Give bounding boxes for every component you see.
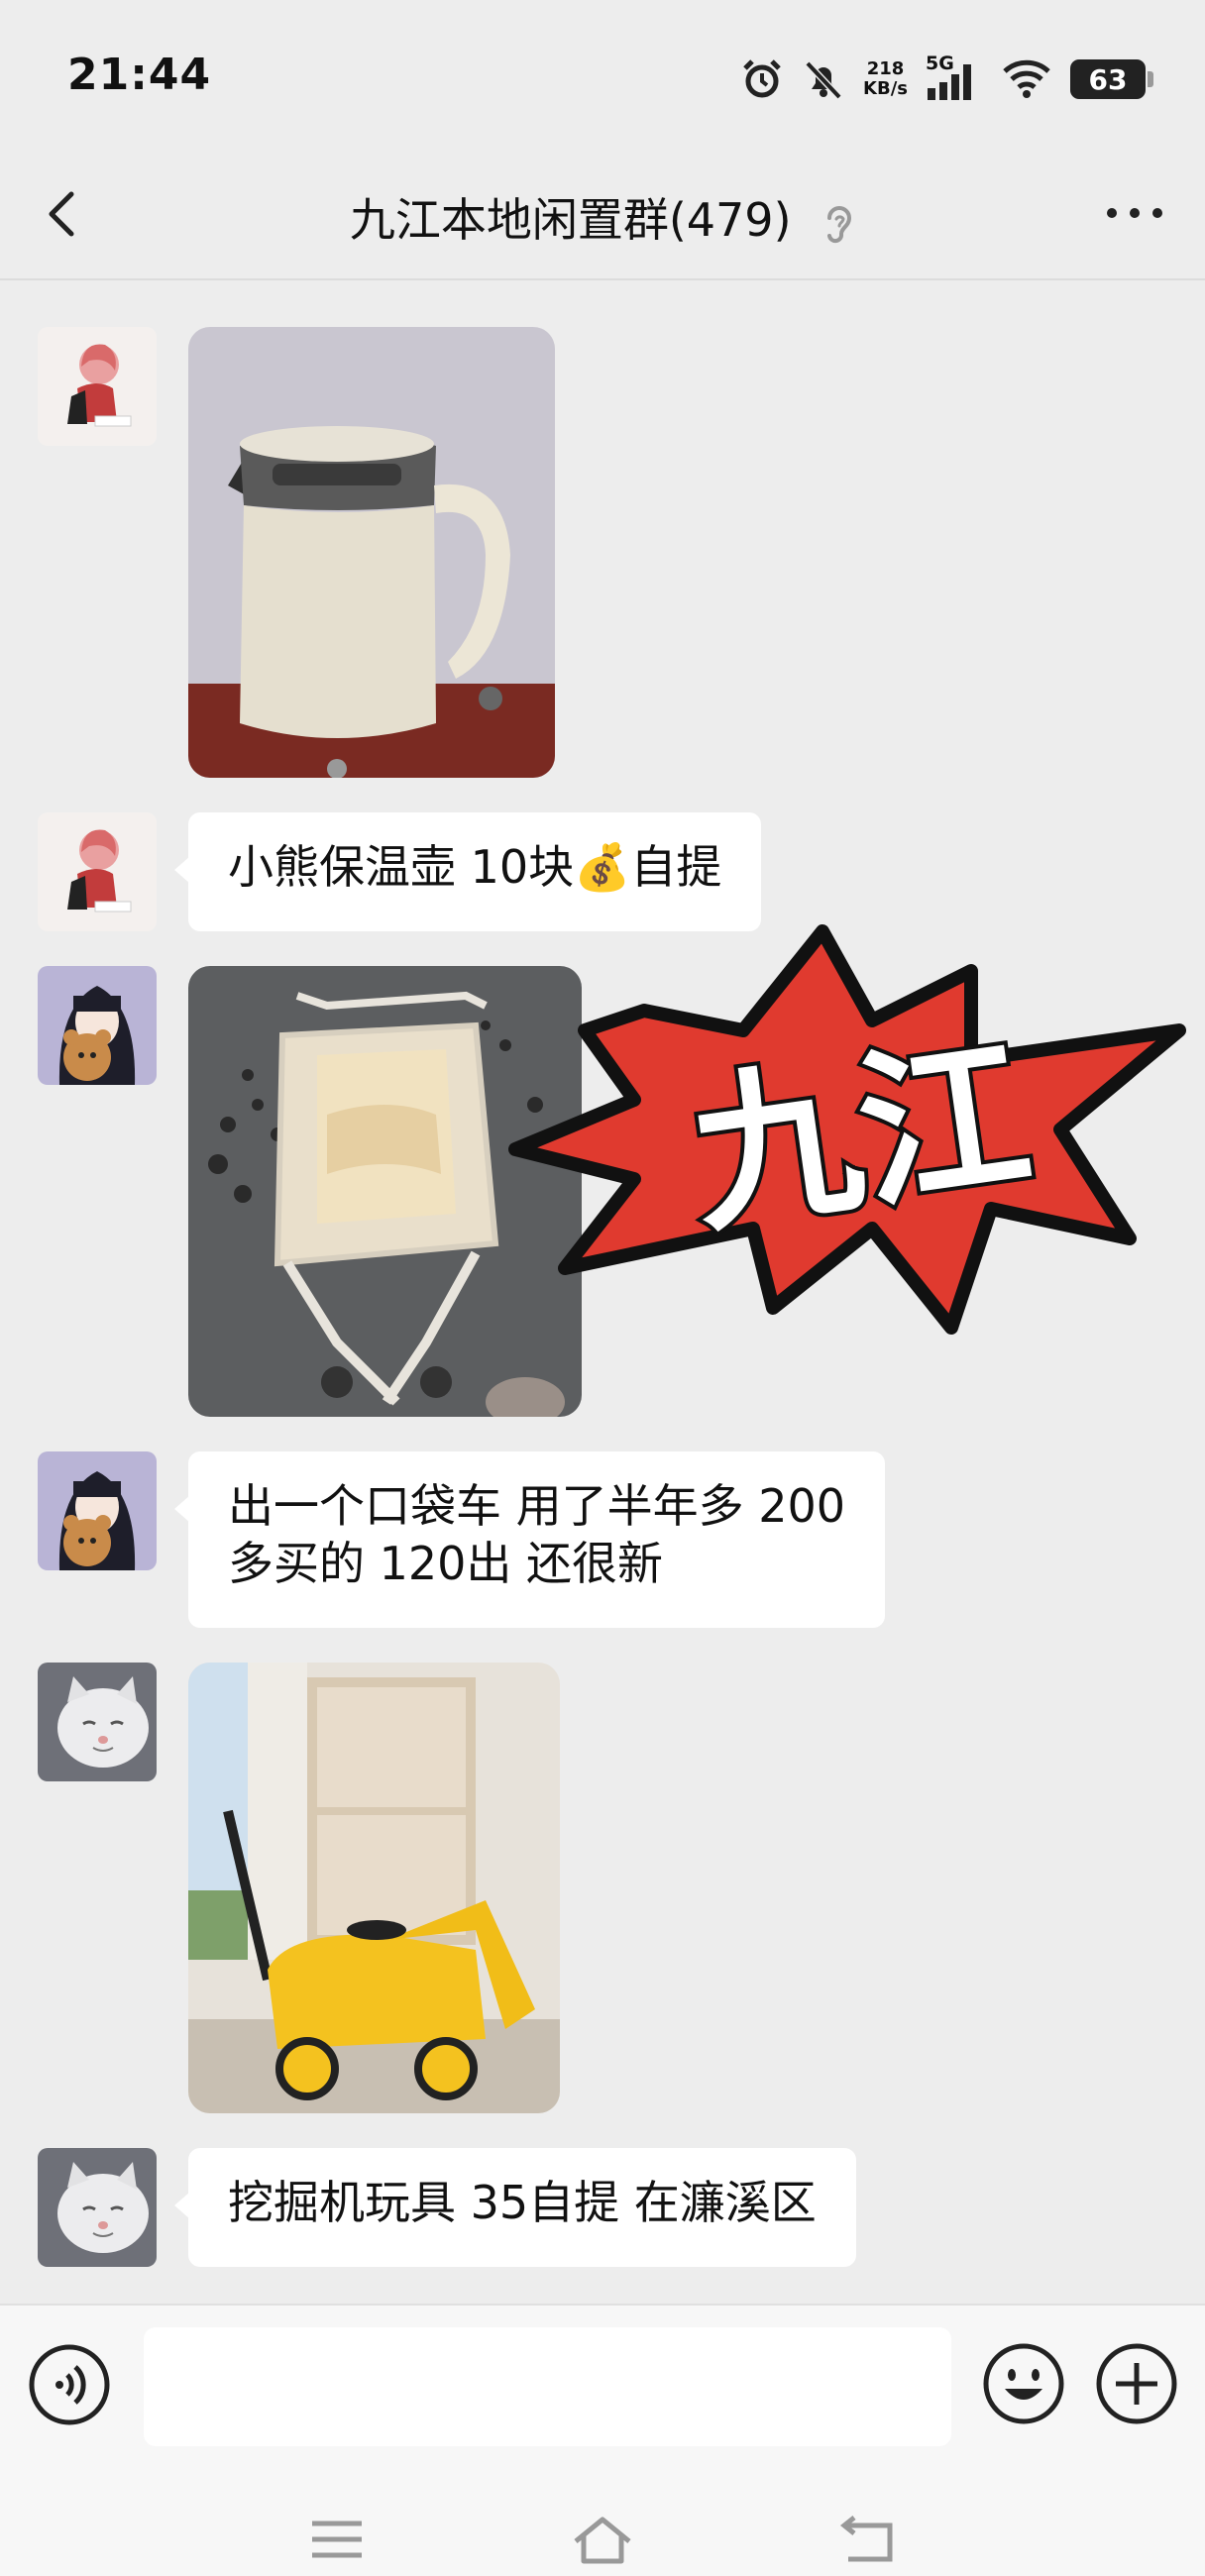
chat-area[interactable]: 小熊保温壶 10块💰自提 九江 出一个口袋车 用了半年多 200 多买的 120… — [0, 282, 1205, 2304]
group-title: 九江本地闲置群(479) — [0, 184, 1205, 250]
status-time: 21:44 — [67, 50, 212, 100]
avatar-cat[interactable] — [38, 1663, 157, 1781]
message-text-line: 多买的 120出 还很新 — [228, 1537, 664, 1590]
message-text: 挖掘机玩具 35自提 在濂溪区 — [228, 2176, 817, 2229]
status-bar: 21:44 218 KB/s 5G 63 — [0, 0, 1205, 149]
menu-icon[interactable] — [302, 2512, 372, 2567]
kettle-photo[interactable] — [188, 327, 555, 778]
chat-header: 九江本地闲置群(479) — [0, 149, 1205, 280]
battery-icon: 63 — [1070, 59, 1153, 99]
battery-level: 63 — [1088, 62, 1128, 96]
wifi-icon — [1003, 59, 1050, 98]
sticker-jiujiang[interactable]: 九江 — [495, 912, 1189, 1377]
net-speed-unit: KB/s — [863, 78, 908, 99]
avatar-girl-bear[interactable] — [38, 966, 157, 1085]
ear-icon — [827, 205, 852, 243]
network-type: 5G — [926, 53, 954, 74]
message-text: 小熊保温壶 10块💰自提 — [228, 840, 722, 894]
avatar-girl-bear[interactable] — [38, 1451, 157, 1570]
message-bubble[interactable]: 出一个口袋车 用了半年多 200 多买的 120出 还很新 — [173, 1451, 886, 1628]
more-icon[interactable] — [1100, 188, 1169, 238]
avatar-girl-red[interactable] — [38, 812, 157, 931]
group-title-text: 九江本地闲置群(479) — [349, 193, 792, 247]
toy-excavator-photo[interactable] — [188, 1663, 560, 2113]
input-bar — [0, 2304, 1205, 2462]
emoji-icon[interactable] — [981, 2341, 1066, 2426]
system-nav-bar — [0, 2462, 1205, 2576]
status-icons: 218 KB/s 5G 63 — [740, 50, 1153, 109]
message-text-line: 出一个口袋车 用了半年多 200 — [228, 1479, 846, 1533]
net-speed: 218 KB/s — [863, 59, 908, 99]
avatar-cat[interactable] — [38, 2148, 157, 2267]
home-icon[interactable] — [568, 2512, 637, 2567]
plus-icon[interactable] — [1094, 2341, 1179, 2426]
message-bubble[interactable]: 挖掘机玩具 35自提 在濂溪区 — [174, 2148, 856, 2267]
mute-icon — [805, 60, 842, 100]
back-icon[interactable] — [834, 2512, 904, 2567]
message-input[interactable] — [144, 2327, 951, 2446]
signal-icon: 5G — [926, 53, 983, 104]
alarm-icon — [743, 59, 781, 98]
avatar-girl-red[interactable] — [38, 327, 157, 446]
voice-icon[interactable] — [28, 2343, 111, 2426]
net-speed-value: 218 — [866, 58, 905, 79]
